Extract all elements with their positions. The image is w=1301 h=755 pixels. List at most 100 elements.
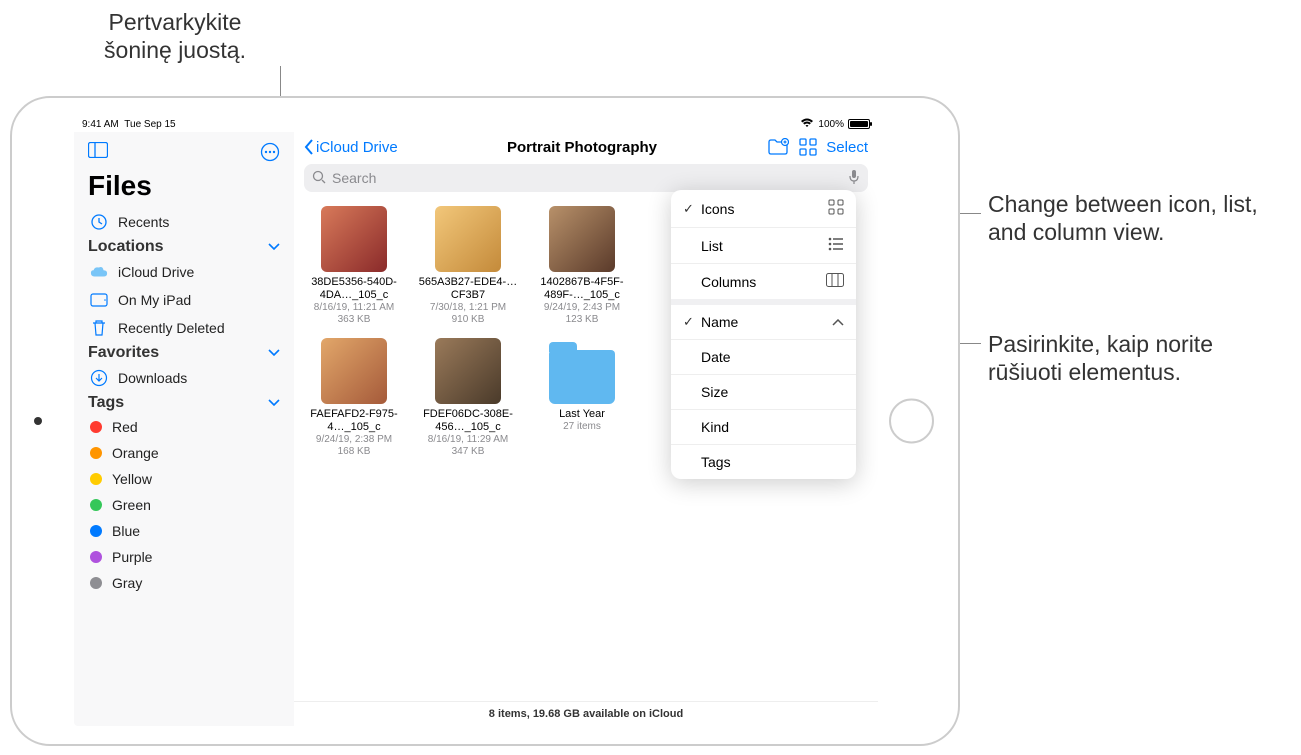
chevron-down-icon (268, 394, 280, 412)
sidebar-toggle-icon[interactable] (86, 142, 110, 162)
file-size: 363 KB (338, 314, 371, 326)
callout-view: Change between icon, list, and column vi… (988, 190, 1288, 246)
status-date: Tue Sep 15 (124, 119, 175, 130)
new-folder-icon[interactable] (766, 138, 790, 156)
menu-item-sort[interactable]: Kind (671, 410, 856, 445)
file-item[interactable]: 565A3B27-EDE4-…CF3B77/30/18, 1:21 PM910 … (418, 206, 518, 326)
file-date: 8/16/19, 11:29 AM (428, 434, 508, 446)
file-name: FDEF06DC-308E-456…_105_c (418, 408, 518, 434)
tag-dot-icon (90, 525, 102, 537)
sidebar: Files Recents Locations iCloud Drive On … (74, 132, 294, 726)
sidebar-item-label: On My iPad (118, 292, 191, 308)
folder-icon (549, 350, 615, 404)
sidebar-item-icloud[interactable]: iCloud Drive (74, 258, 294, 286)
sidebar-item-recents[interactable]: Recents (74, 208, 294, 236)
menu-label: Kind (701, 419, 844, 435)
file-item[interactable]: FAEFAFD2-F975-4…_105_c9/24/19, 2:38 PM16… (304, 338, 404, 458)
menu-label: Size (701, 384, 844, 400)
back-label: iCloud Drive (316, 139, 398, 156)
sidebar-item-onmyipad[interactable]: On My iPad (74, 286, 294, 314)
file-size: 910 KB (452, 314, 485, 326)
file-date: 9/24/19, 2:43 PM (544, 302, 620, 314)
chevron-down-icon (268, 344, 280, 362)
back-button[interactable]: iCloud Drive (304, 139, 398, 156)
status-time: 9:41 AM (82, 119, 119, 130)
tag-dot-icon (90, 577, 102, 589)
tag-dot-icon (90, 499, 102, 511)
sidebar-tag-item[interactable]: Purple (74, 544, 294, 570)
sidebar-item-downloads[interactable]: Downloads (74, 364, 294, 392)
menu-item-sort[interactable]: ✓Name (671, 305, 856, 340)
tag-label: Green (112, 497, 151, 513)
home-button[interactable] (889, 399, 934, 444)
sidebar-section-tags[interactable]: Tags (74, 392, 294, 414)
chevron-down-icon (268, 238, 280, 256)
file-date: 9/24/19, 2:38 PM (316, 434, 392, 446)
sidebar-tag-item[interactable]: Green (74, 492, 294, 518)
menu-label: Columns (701, 274, 826, 290)
sidebar-tag-item[interactable]: Yellow (74, 466, 294, 492)
more-icon[interactable] (258, 142, 282, 162)
menu-label: Name (701, 314, 832, 330)
menu-item-sort[interactable]: Size (671, 375, 856, 410)
sidebar-tag-item[interactable]: Red (74, 414, 294, 440)
menu-item-view[interactable]: List (671, 228, 856, 264)
battery-pct: 100% (818, 119, 844, 130)
camera-dot (34, 417, 42, 425)
tag-dot-icon (90, 447, 102, 459)
sidebar-tag-item[interactable]: Gray (74, 570, 294, 596)
file-name: Last Year (559, 408, 605, 421)
clock-icon (90, 213, 108, 231)
menu-label: Date (701, 349, 844, 365)
menu-item-sort[interactable]: Tags (671, 445, 856, 479)
file-name: FAEFAFD2-F975-4…_105_c (304, 408, 404, 434)
select-button[interactable]: Select (826, 139, 868, 156)
tag-label: Yellow (112, 471, 152, 487)
cloud-icon (90, 263, 108, 281)
sidebar-tag-item[interactable]: Blue (74, 518, 294, 544)
content-area: iCloud Drive Portrait Photography Select… (294, 132, 878, 726)
footer-status: 8 items, 19.68 GB available on iCloud (294, 701, 878, 726)
file-meta: 27 items (563, 421, 601, 433)
file-item[interactable]: 38DE5356-540D-4DA…_105_c8/16/19, 11:21 A… (304, 206, 404, 326)
mic-icon[interactable] (848, 169, 860, 188)
tag-label: Gray (112, 575, 142, 591)
sidebar-tag-item[interactable]: Orange (74, 440, 294, 466)
status-bar: 9:41 AM Tue Sep 15 100% (74, 116, 878, 132)
menu-item-sort[interactable]: Date (671, 340, 856, 375)
sidebar-section-locations[interactable]: Locations (74, 236, 294, 258)
file-date: 7/30/18, 1:21 PM (430, 302, 506, 314)
battery-icon (848, 119, 870, 129)
menu-item-view[interactable]: ✓Icons (671, 190, 856, 228)
grid-icon (828, 199, 844, 218)
check-icon: ✓ (683, 314, 701, 330)
tag-label: Blue (112, 523, 140, 539)
view-grid-icon[interactable] (796, 138, 820, 156)
file-item[interactable]: Last Year27 items (532, 338, 632, 458)
tag-dot-icon (90, 473, 102, 485)
callout-sort: Pasirinkite, kaip norite rūšiuoti elemen… (988, 330, 1288, 386)
sidebar-section-favorites[interactable]: Favorites (74, 342, 294, 364)
tag-dot-icon (90, 421, 102, 433)
menu-item-view[interactable]: Columns (671, 264, 856, 299)
thumbnail (321, 206, 387, 272)
view-sort-menu: ✓IconsList Columns ✓Name Date Size Kind Tags (671, 190, 856, 479)
file-item[interactable]: 1402867B-4F5F-489F-…_105_c9/24/19, 2:43 … (532, 206, 632, 326)
section-label: Locations (88, 238, 164, 256)
ipad-frame: 9:41 AM Tue Sep 15 100% (10, 96, 960, 746)
file-size: 123 KB (566, 314, 599, 326)
trash-icon (90, 319, 108, 337)
section-label: Favorites (88, 344, 159, 362)
file-size: 347 KB (452, 446, 485, 458)
file-name: 38DE5356-540D-4DA…_105_c (304, 276, 404, 302)
sidebar-title: Files (74, 166, 294, 208)
thumbnail (549, 206, 615, 272)
search-bar[interactable]: Search (304, 164, 868, 192)
tag-dot-icon (90, 551, 102, 563)
file-date: 8/16/19, 11:21 AM (314, 302, 394, 314)
section-label: Tags (88, 394, 124, 412)
file-item[interactable]: FDEF06DC-308E-456…_105_c8/16/19, 11:29 A… (418, 338, 518, 458)
chev-up-icon (832, 314, 844, 330)
sidebar-item-label: Recently Deleted (118, 320, 225, 336)
sidebar-item-deleted[interactable]: Recently Deleted (74, 314, 294, 342)
